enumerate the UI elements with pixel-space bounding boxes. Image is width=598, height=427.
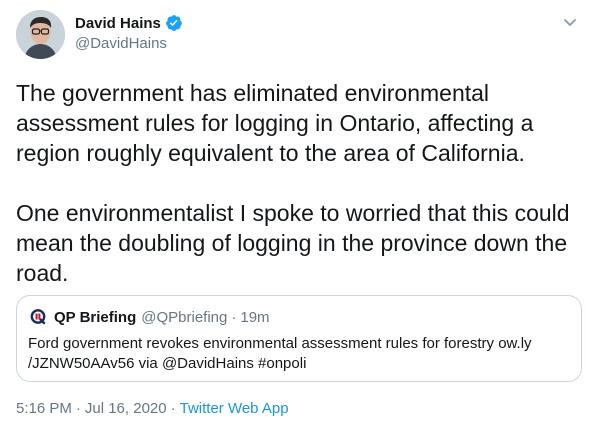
tweet-date[interactable]: Jul 16, 2020 bbox=[85, 400, 167, 417]
tweet-meta: 5:16 PM · Jul 16, 2020 · Twitter Web App bbox=[16, 400, 289, 417]
chevron-down-icon[interactable] bbox=[560, 12, 580, 32]
quoted-handle[interactable]: @QPbriefing bbox=[141, 309, 227, 326]
verified-badge-icon bbox=[165, 14, 183, 32]
quoted-separator: · bbox=[231, 308, 237, 326]
quoted-avatar[interactable] bbox=[28, 307, 48, 327]
tweet-card: David Hains @DavidHains The government h… bbox=[0, 0, 598, 427]
author-display-name[interactable]: David Hains bbox=[75, 15, 161, 32]
author-avatar[interactable] bbox=[16, 10, 65, 59]
meta-separator: · bbox=[170, 400, 176, 417]
tweet-time[interactable]: 5:16 PM bbox=[16, 400, 72, 417]
tweet-text: The government has eliminated environmen… bbox=[16, 80, 570, 286]
author-info: David Hains @DavidHains bbox=[75, 13, 183, 52]
author-handle[interactable]: @DavidHains bbox=[75, 35, 183, 52]
tweet-source-link[interactable]: Twitter Web App bbox=[180, 400, 289, 417]
quoted-timestamp[interactable]: 19m bbox=[240, 309, 269, 326]
quoted-text: Ford government revokes environmental as… bbox=[28, 335, 532, 372]
meta-separator: · bbox=[75, 400, 81, 417]
quoted-display-name[interactable]: QP Briefing bbox=[54, 309, 136, 326]
quoted-tweet[interactable]: QP Briefing @QPbriefing · 19m Ford gover… bbox=[16, 295, 582, 382]
